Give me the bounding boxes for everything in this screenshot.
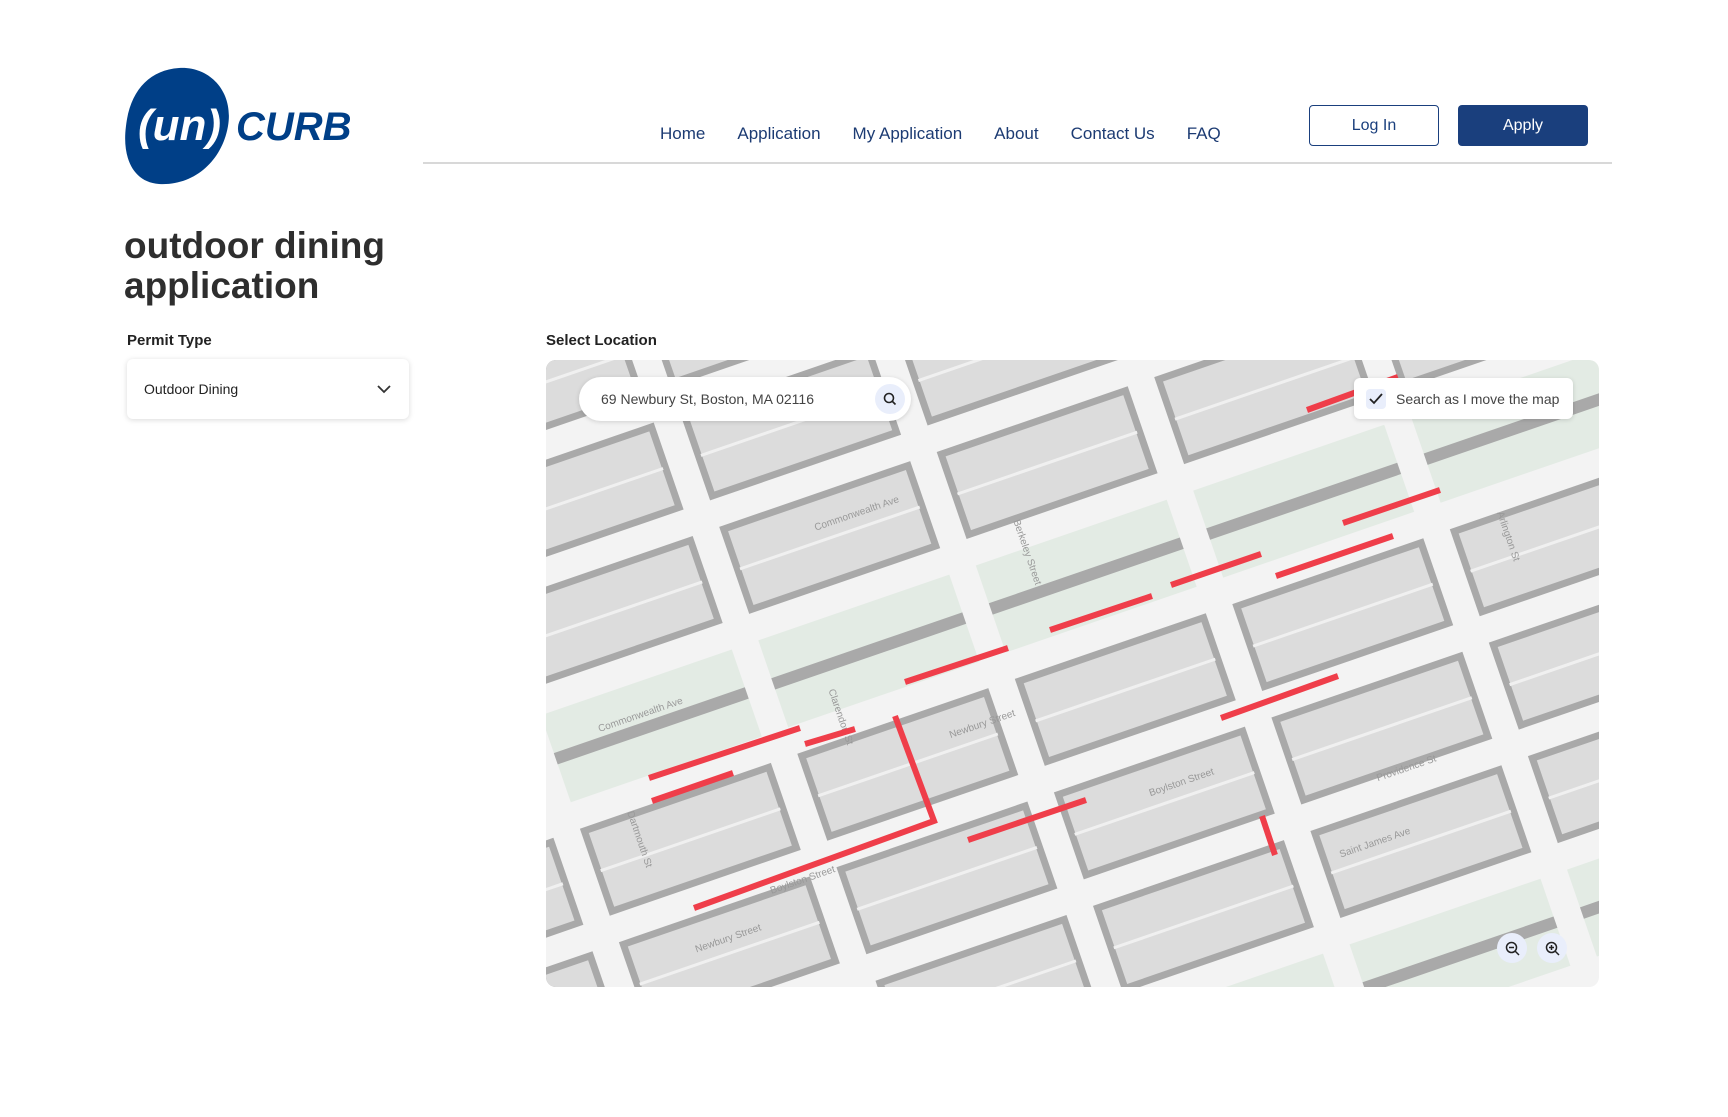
zoom-out-button[interactable] bbox=[1497, 933, 1527, 963]
nav-faq[interactable]: FAQ bbox=[1187, 124, 1221, 144]
search-value: 69 Newbury St, Boston, MA 02116 bbox=[601, 391, 814, 407]
location-map[interactable]: Commonwealth Ave Commonwealth Ave Newbur… bbox=[546, 360, 1599, 987]
uncurb-logo[interactable]: (un) CURB bbox=[124, 66, 354, 186]
apply-button[interactable]: Apply bbox=[1458, 105, 1588, 146]
zoom-in-button[interactable] bbox=[1537, 933, 1567, 963]
location-search-input[interactable]: 69 Newbury St, Boston, MA 02116 bbox=[579, 377, 911, 421]
search-icon bbox=[883, 392, 897, 406]
checkbox[interactable] bbox=[1366, 388, 1386, 409]
page-title: outdoor dining application bbox=[124, 225, 385, 306]
permit-type-label: Permit Type bbox=[127, 332, 212, 349]
search-button[interactable] bbox=[875, 384, 905, 414]
login-button[interactable]: Log In bbox=[1309, 105, 1439, 146]
svg-text:(un): (un) bbox=[138, 101, 221, 150]
main-nav: Home Application My Application About Co… bbox=[660, 124, 1221, 144]
chevron-down-icon bbox=[377, 384, 391, 393]
nav-about[interactable]: About bbox=[994, 124, 1038, 144]
permit-type-select[interactable]: Outdoor Dining bbox=[127, 359, 409, 419]
nav-application[interactable]: Application bbox=[737, 124, 820, 144]
zoom-in-icon bbox=[1545, 941, 1560, 956]
nav-home[interactable]: Home bbox=[660, 124, 705, 144]
check-icon bbox=[1369, 392, 1383, 404]
select-location-label: Select Location bbox=[546, 332, 657, 349]
search-as-move-toggle[interactable]: Search as I move the map bbox=[1354, 378, 1573, 419]
svg-text:CURB: CURB bbox=[236, 105, 352, 149]
permit-type-value: Outdoor Dining bbox=[144, 381, 239, 397]
map-canvas[interactable]: Commonwealth Ave Commonwealth Ave Newbur… bbox=[546, 360, 1599, 987]
zoom-out-icon bbox=[1505, 941, 1520, 956]
nav-contact-us[interactable]: Contact Us bbox=[1071, 124, 1155, 144]
search-as-move-label: Search as I move the map bbox=[1396, 390, 1560, 407]
nav-my-application[interactable]: My Application bbox=[853, 124, 963, 144]
park-block bbox=[1225, 953, 1335, 987]
header-divider bbox=[423, 162, 1612, 164]
